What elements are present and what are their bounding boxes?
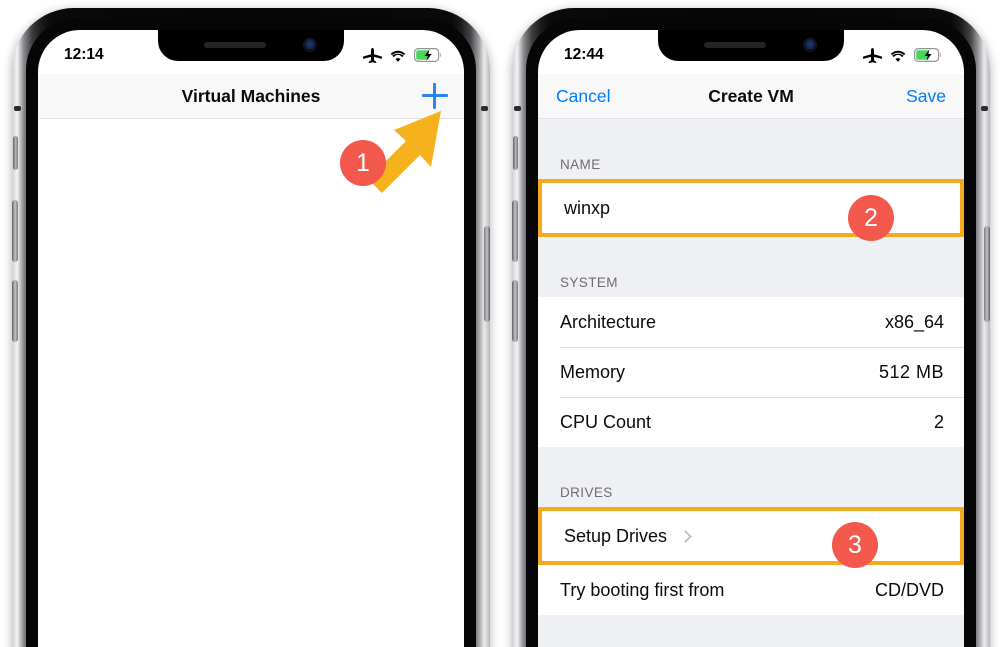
volume-up-button[interactable] xyxy=(512,200,518,262)
phone-vm-list: 12:14 Virtual Machines xyxy=(12,8,490,647)
setup-drives-label: Setup Drives xyxy=(564,525,668,546)
volume-up-button[interactable] xyxy=(12,200,18,262)
setup-drives-row[interactable]: Setup Drives xyxy=(538,511,964,561)
earpiece-speaker xyxy=(204,42,266,48)
notch xyxy=(158,30,344,61)
phone-screen: 12:44 Cancel Create VM Save NAME winxp S… xyxy=(538,30,964,647)
volume-down-button[interactable] xyxy=(12,280,18,342)
callout-badge-2: 2 xyxy=(848,195,894,241)
status-bar-time: 12:14 xyxy=(64,46,104,63)
wifi-icon xyxy=(390,50,406,62)
notch xyxy=(658,30,844,61)
wifi-icon xyxy=(890,50,906,62)
save-button[interactable]: Save xyxy=(906,86,946,107)
front-camera-icon xyxy=(304,39,316,51)
section-header-name: NAME xyxy=(560,157,601,172)
page-title: Virtual Machines xyxy=(181,85,321,106)
cancel-button[interactable]: Cancel xyxy=(556,86,610,107)
volume-down-button[interactable] xyxy=(512,280,518,342)
chevron-right-icon xyxy=(679,529,692,543)
cpu-count-row[interactable]: CPU Count 2 xyxy=(538,397,964,447)
battery-charging-icon xyxy=(414,48,441,62)
status-bar-icons xyxy=(363,47,442,63)
system-rows: Architecture x86_64 Memory 512 MB CPU Co… xyxy=(538,297,964,447)
earpiece-speaker xyxy=(704,42,766,48)
power-button[interactable] xyxy=(984,226,990,322)
airplane-icon xyxy=(363,47,382,63)
memory-label: Memory xyxy=(560,361,626,382)
add-vm-plus-button[interactable] xyxy=(422,83,448,109)
front-camera-icon xyxy=(804,39,816,51)
architecture-label: Architecture xyxy=(560,311,657,332)
antenna-band xyxy=(14,106,21,111)
power-button[interactable] xyxy=(484,226,490,322)
vm-list-empty-area xyxy=(38,119,464,647)
section-header-system: SYSTEM xyxy=(560,275,618,290)
screenshot-stage: 12:14 Virtual Machines 12:44 Cancel Crea… xyxy=(0,0,1000,647)
antenna-band xyxy=(981,106,988,111)
vm-name-value: winxp xyxy=(564,197,611,218)
create-vm-form: NAME winxp SYSTEM Architecture x86_64 Me… xyxy=(538,119,964,647)
silent-switch[interactable] xyxy=(513,136,518,170)
antenna-band xyxy=(514,106,521,111)
antenna-band xyxy=(481,106,488,111)
phone-create-vm: 12:44 Cancel Create VM Save NAME winxp S… xyxy=(512,8,990,647)
callout-badge-1: 1 xyxy=(340,140,386,186)
status-bar-icons xyxy=(863,47,942,63)
battery-charging-icon xyxy=(914,48,941,62)
section-header-drives: DRIVES xyxy=(560,485,613,500)
architecture-value: x86_64 xyxy=(884,311,944,332)
architecture-row[interactable]: Architecture x86_64 xyxy=(538,297,964,347)
status-bar-time: 12:44 xyxy=(564,46,604,63)
memory-row[interactable]: Memory 512 MB xyxy=(538,347,964,397)
airplane-icon xyxy=(863,47,882,63)
callout-badge-3: 3 xyxy=(832,522,878,568)
cpu-count-value: 2 xyxy=(933,411,944,432)
memory-value: 512 MB xyxy=(878,361,944,382)
navigation-bar: Cancel Create VM Save xyxy=(538,74,964,119)
vm-name-input[interactable]: winxp xyxy=(538,183,964,233)
boot-order-value: CD/DVD xyxy=(874,579,944,600)
highlight-box-name: winxp xyxy=(538,179,964,237)
highlight-box-drives: Setup Drives xyxy=(538,507,964,565)
boot-order-row[interactable]: Try booting first from CD/DVD xyxy=(538,565,964,615)
silent-switch[interactable] xyxy=(13,136,18,170)
boot-order-label: Try booting first from xyxy=(560,579,725,600)
cpu-count-label: CPU Count xyxy=(560,411,652,432)
